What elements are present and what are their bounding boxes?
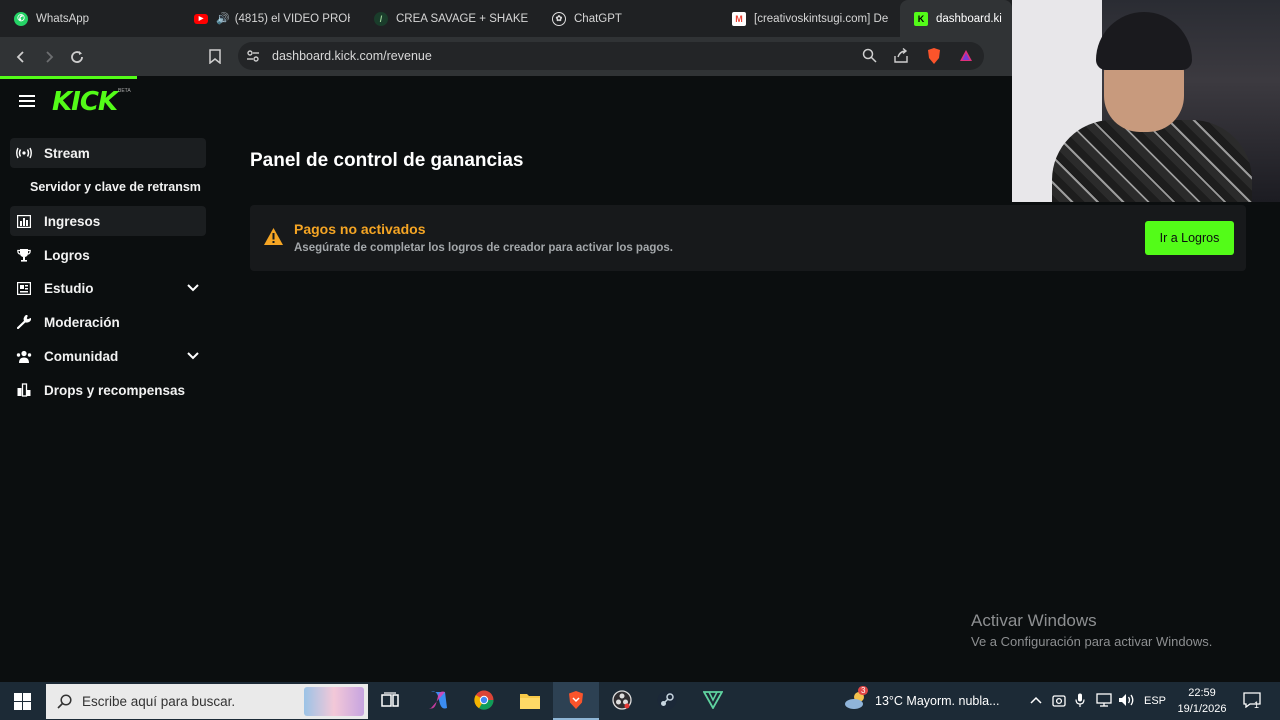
copilot-icon[interactable]	[426, 688, 450, 712]
search-icon	[57, 694, 72, 714]
go-to-achievements-button[interactable]: Ir a Logros	[1145, 221, 1234, 255]
sidebar-item-moderacion[interactable]: Moderación	[10, 307, 206, 337]
whatsapp-icon: ✆	[14, 11, 28, 26]
back-icon[interactable]	[7, 43, 35, 71]
sidebar-item-label: Stream	[44, 145, 90, 161]
brave-rewards-icon[interactable]	[959, 49, 973, 67]
reload-icon[interactable]	[63, 43, 91, 71]
search-placeholder: Escribe aquí para buscar.	[82, 694, 236, 709]
sidebar-item-drops[interactable]: Drops y recompensas	[10, 375, 206, 405]
task-view-icon[interactable]	[378, 688, 402, 712]
kick-logo[interactable]: KICK	[52, 87, 118, 117]
kick-icon: K	[914, 11, 928, 26]
menu-icon[interactable]	[19, 95, 35, 107]
chatgpt-icon: ✿	[552, 11, 566, 26]
youtube-icon: ▶	[194, 13, 208, 24]
sidebar-item-ingresos[interactable]: Ingresos	[10, 206, 206, 236]
weather-text[interactable]: 13°C Mayorm. nubla...	[875, 694, 1000, 708]
tab-kick-dashboard[interactable]: K dashboard.kick	[900, 0, 1012, 37]
tab-crea-savage[interactable]: / CREA SAVAGE + SHAKER L	[360, 0, 538, 37]
chevron-down-icon[interactable]	[186, 281, 200, 296]
sidebar-item-label: Drops y recompensas	[44, 382, 186, 398]
file-explorer-icon[interactable]	[518, 688, 542, 712]
forward-icon[interactable]	[35, 43, 63, 71]
chevron-up-icon[interactable]	[1024, 688, 1048, 712]
community-icon	[16, 348, 32, 364]
activation-watermark-title: Activar Windows	[971, 611, 1097, 630]
tab-youtube[interactable]: ▶ 🔊 (4815) el VIDEO PROHI	[180, 0, 360, 37]
chart-icon	[16, 213, 32, 229]
gmail-icon: M	[732, 11, 746, 26]
alert-title: Pagos no activados	[294, 221, 426, 237]
brave-browser-icon[interactable]	[564, 688, 588, 712]
trophy-icon	[16, 247, 32, 263]
payments-alert: Pagos no activados Asegúrate de completa…	[250, 205, 1246, 271]
tab-whatsapp[interactable]: ✆ WhatsApp	[0, 0, 180, 37]
beta-badge: BETA	[118, 88, 131, 94]
share-icon[interactable]	[893, 47, 909, 68]
studio-icon	[16, 280, 32, 296]
volume-icon[interactable]	[1114, 688, 1138, 712]
sidebar-item-comunidad[interactable]: Comunidad	[10, 341, 206, 371]
language-indicator[interactable]: ESP	[1144, 695, 1166, 707]
steam-icon[interactable]	[655, 688, 679, 712]
bookmark-icon[interactable]	[201, 43, 229, 71]
taskbar-search[interactable]: Escribe aquí para buscar.	[46, 684, 368, 719]
drops-icon	[16, 382, 32, 398]
sidebar-item-logros[interactable]: Logros	[10, 240, 206, 270]
alert-description: Asegúrate de completar los logros de cre…	[294, 242, 673, 254]
windows-start-icon[interactable]	[0, 682, 44, 720]
sidebar-subitem-stream-key[interactable]: Servidor y clave de retransm	[30, 180, 220, 194]
tab-chatgpt[interactable]: ✿ ChatGPT	[538, 0, 718, 37]
tab-gmail[interactable]: M [creativoskintsugi.com] De	[718, 0, 900, 37]
search-highlight-image	[304, 687, 364, 716]
sidebar-item-label: Comunidad	[44, 348, 119, 364]
sidebar-item-label: Ingresos	[44, 213, 101, 229]
notification-badge: 1	[1254, 700, 1260, 710]
address-bar[interactable]: dashboard.kick.com/revenue	[238, 42, 984, 70]
clock-time: 22:59	[1188, 687, 1216, 699]
notification-icon[interactable]: 1	[1240, 688, 1264, 712]
sidebar-item-estudio[interactable]: Estudio	[10, 273, 206, 303]
broadcast-icon	[16, 145, 32, 161]
warning-icon	[263, 227, 284, 251]
page-title: Panel de control de ganancias	[250, 150, 524, 171]
webcam-overlay	[1012, 0, 1280, 202]
site-info-icon[interactable]	[246, 49, 260, 68]
brave-shield-icon[interactable]	[926, 47, 942, 70]
sidebar-item-label: Estudio	[44, 280, 94, 296]
weather-icon[interactable]: 3	[844, 686, 869, 712]
clock-date: 19/1/2026	[1177, 703, 1227, 715]
sidebar-header: KICK BETA	[0, 79, 220, 123]
obs-icon[interactable]	[610, 688, 634, 712]
microphone-icon[interactable]	[1068, 688, 1092, 712]
sidebar-item-stream[interactable]: Stream	[10, 138, 206, 168]
chrome-icon[interactable]	[472, 688, 496, 712]
zoom-icon[interactable]	[862, 48, 877, 68]
wrench-icon	[16, 314, 32, 330]
audio-icon[interactable]: 🔊	[216, 12, 230, 25]
activation-watermark-text: Ve a Configuración para activar Windows.	[971, 634, 1213, 649]
site-icon: /	[374, 11, 388, 26]
vectorizer-icon[interactable]	[701, 688, 725, 712]
sidebar-item-label: Moderación	[44, 314, 120, 330]
sidebar: KICK BETA Stream Servidor y clave de ret…	[0, 79, 220, 682]
clock[interactable]: 22:59 19/1/2026	[1168, 685, 1236, 717]
url-text: dashboard.kick.com/revenue	[272, 49, 432, 63]
network-icon[interactable]	[1092, 688, 1116, 712]
chevron-down-icon[interactable]	[186, 349, 200, 364]
sidebar-item-label: Logros	[44, 247, 90, 263]
